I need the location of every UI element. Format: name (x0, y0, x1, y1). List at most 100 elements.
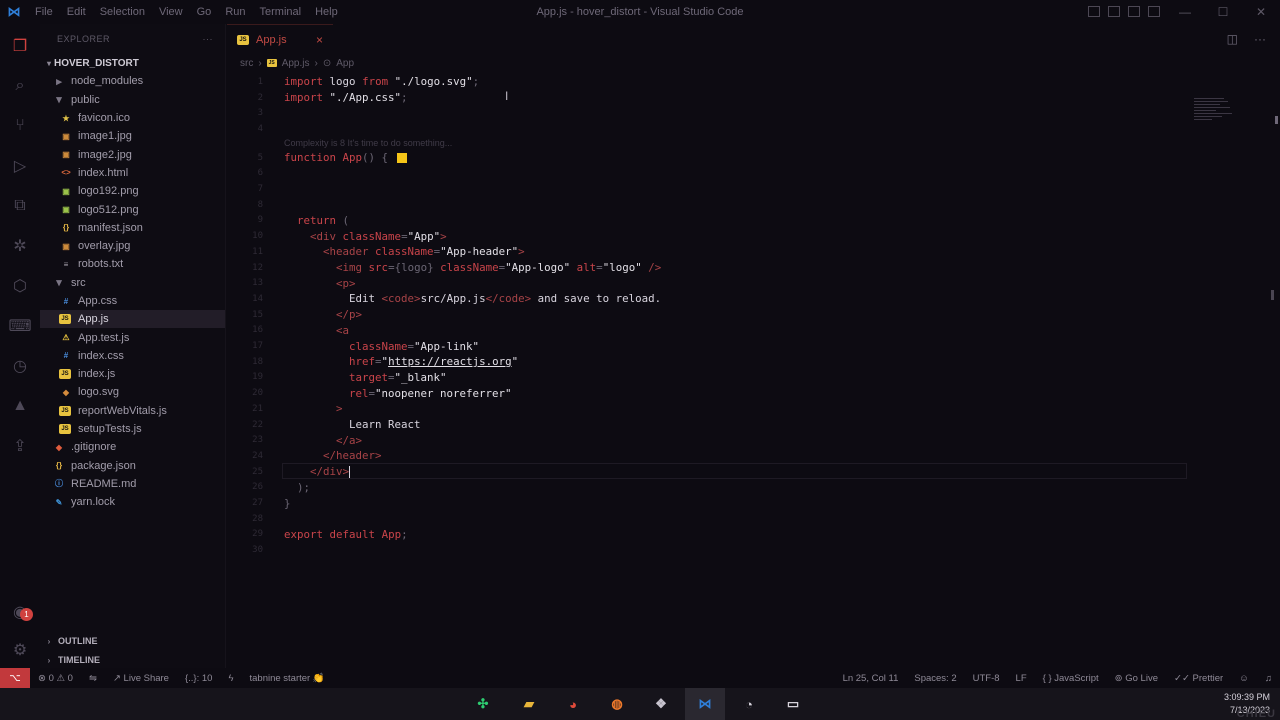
run-debug-icon[interactable]: ▷ (8, 154, 32, 178)
code-line[interactable]: 3 (227, 105, 1227, 121)
source-control-icon[interactable]: ⑂ (8, 114, 32, 138)
chrome-icon[interactable]: ◕ (562, 693, 584, 715)
live-share-icon[interactable]: ⇪ (8, 434, 32, 458)
toggle-secondary-sidebar-icon[interactable] (1128, 6, 1140, 17)
file-item[interactable]: JS reportWebVitals.js (40, 402, 225, 420)
close-tab-icon[interactable]: × (316, 33, 323, 47)
minimap[interactable] (1194, 96, 1232, 136)
close-window-button[interactable]: ✕ (1242, 0, 1280, 24)
code-line[interactable]: 18 href="https://reactjs.org" (227, 354, 1227, 370)
code-line[interactable]: 12 <img src={logo} className="App-logo" … (227, 260, 1227, 276)
file-item[interactable]: ✎ yarn.lock (40, 493, 225, 511)
menu-edit[interactable]: Edit (60, 6, 93, 18)
code-line[interactable]: 22 Learn React (227, 417, 1227, 433)
file-item[interactable]: ★ favicon.ico (40, 109, 225, 127)
file-item[interactable]: {} package.json (40, 457, 225, 475)
go-live-button[interactable]: ⊚ Go Live (1107, 673, 1166, 684)
file-item[interactable]: ▣ logo192.png (40, 182, 225, 200)
code-line[interactable]: 13 <p> (227, 275, 1227, 291)
minimize-button[interactable]: — (1166, 0, 1204, 24)
code-line[interactable]: 23 </a> (227, 432, 1227, 448)
code-line[interactable]: 28 (227, 511, 1227, 527)
end-of-line[interactable]: LF (1008, 673, 1035, 684)
breadcrumb-src[interactable]: src (240, 58, 253, 69)
file-item[interactable]: ⓘ README.md (40, 475, 225, 493)
code-line[interactable]: 20 rel="noopener noreferrer" (227, 385, 1227, 401)
file-item[interactable]: ⚠ App.test.js (40, 328, 225, 346)
prettier-status[interactable]: ✓✓ Prettier (1166, 673, 1231, 684)
file-item[interactable]: {} manifest.json (40, 219, 225, 237)
complexity-codelens[interactable]: Complexity is 8 It's time to do somethin… (284, 138, 452, 148)
toggle-sidebar-icon[interactable] (1088, 6, 1100, 17)
menu-run[interactable]: Run (218, 6, 252, 18)
file-item[interactable]: ≡ robots.txt (40, 255, 225, 273)
breadcrumb-file[interactable]: App.js (282, 58, 310, 69)
menu-file[interactable]: File (28, 6, 60, 18)
folder-item[interactable]: ▸ node_modules (40, 72, 225, 90)
code-line[interactable]: 8 (227, 197, 1227, 213)
manage-gear-icon[interactable]: ⚙ (8, 638, 32, 662)
live-share-button[interactable]: ↗ Live Share (105, 673, 177, 684)
timeline-section[interactable]: › TIMELINE (40, 651, 226, 669)
file-item[interactable]: ◆ logo.svg (40, 383, 225, 401)
file-item[interactable]: ▣ image2.jpg (40, 145, 225, 163)
encoding[interactable]: UTF-8 (965, 673, 1008, 684)
scrollbar-thumb[interactable] (1271, 290, 1274, 300)
monitor-app-icon[interactable]: ◔ (738, 693, 760, 715)
terminal-app-icon[interactable]: ▭ (782, 693, 804, 715)
outline-section[interactable]: › OUTLINE (40, 632, 226, 650)
code-line[interactable]: 5 function App() { (227, 150, 1227, 166)
timer-icon[interactable]: ◷ (8, 354, 32, 378)
vscode-taskbar-icon[interactable]: ⋈ (694, 693, 716, 715)
lightning-icon[interactable]: ϟ (220, 673, 241, 684)
code-line[interactable]: 19 target="_blank" (227, 370, 1227, 386)
toggle-panel-icon[interactable] (1108, 6, 1120, 17)
problems-indicator[interactable]: ⊗ 0 ⚠ 0 (30, 673, 81, 684)
menu-selection[interactable]: Selection (93, 6, 152, 18)
menu-go[interactable]: Go (190, 6, 219, 18)
folder-item[interactable]: ▾ public (40, 91, 225, 109)
code-line[interactable]: 15 </p> (227, 307, 1227, 323)
code-line[interactable]: 10 <div className="App"> (227, 228, 1227, 244)
code-line[interactable]: 9 return ( (227, 213, 1227, 229)
file-item[interactable]: # App.css (40, 292, 225, 310)
split-editor-icon[interactable]: ◫ (1227, 32, 1238, 46)
file-manager-icon[interactable]: ▰ (518, 693, 540, 715)
folder-item[interactable]: ▾ src (40, 274, 225, 292)
maximize-button[interactable]: ☐ (1204, 0, 1242, 24)
selection-info[interactable]: {..}: 10 (177, 673, 220, 684)
sync-icon[interactable]: ⇋ (81, 673, 105, 684)
customize-layout-icon[interactable] (1148, 6, 1160, 17)
notifications-bell-icon[interactable]: ♫ (1257, 673, 1280, 684)
start-menu-icon[interactable]: ✣ (472, 693, 494, 715)
code-line[interactable]: 1 import logo from "./logo.svg"; (227, 74, 1227, 90)
code-line[interactable]: 6 (227, 166, 1227, 182)
scrollbar-marker[interactable] (1275, 116, 1278, 124)
file-item[interactable]: JS App.js (40, 310, 225, 329)
code-line[interactable]: 7 (227, 181, 1227, 197)
code-line[interactable]: 4 (227, 121, 1227, 137)
breadcrumb-symbol[interactable]: App (336, 58, 354, 69)
cursor-position[interactable]: Ln 25, Col 11 (835, 673, 907, 684)
code-line[interactable]: 30 (227, 542, 1227, 558)
file-item[interactable]: <> index.html (40, 164, 225, 182)
code-line[interactable]: 29 export default App; (227, 527, 1227, 543)
code-line[interactable]: 17 className="App-link" (227, 338, 1227, 354)
workspace-root[interactable]: ▾ HOVER_DISTORT (40, 54, 225, 72)
explorer-icon[interactable]: ❐ (8, 34, 32, 58)
code-line[interactable]: 14 Edit <code>src/App.js</code> and save… (227, 291, 1227, 307)
remote-indicator[interactable]: ⌥ (0, 668, 30, 688)
file-item[interactable]: ▣ logo512.png (40, 200, 225, 218)
file-item[interactable]: # index.css (40, 347, 225, 365)
tab-app-js[interactable]: JS App.js × (227, 24, 333, 55)
azure-icon[interactable]: ▲ (8, 394, 32, 418)
file-item[interactable]: ◆ .gitignore (40, 438, 225, 456)
code-line[interactable]: 26 ); (227, 480, 1227, 496)
file-item[interactable]: ▣ overlay.jpg (40, 237, 225, 255)
settings-app-icon[interactable]: ❖ (650, 693, 672, 715)
feedback-icon[interactable]: ☺ (1231, 673, 1257, 684)
remote-explorer-icon[interactable]: ⧉ (8, 194, 32, 218)
code-line[interactable]: 24 </header> (227, 448, 1227, 464)
code-line[interactable]: 27} (227, 495, 1227, 511)
tabnine-status[interactable]: tabnine starter 👏 (241, 673, 332, 684)
